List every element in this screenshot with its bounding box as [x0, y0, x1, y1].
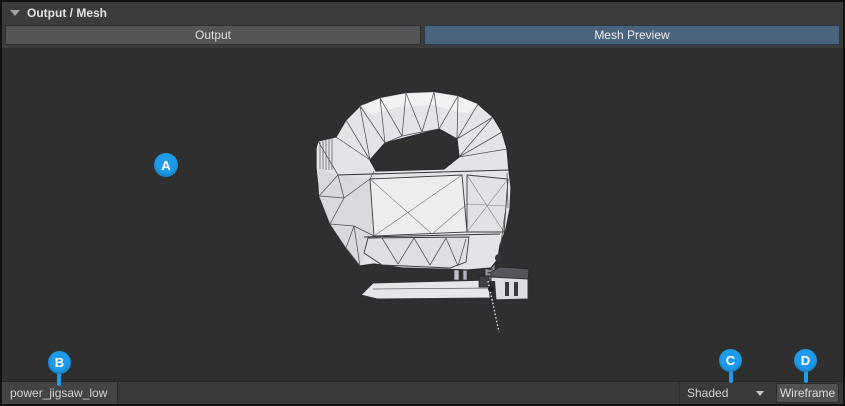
mesh-preview-viewport[interactable]: [2, 48, 843, 381]
annotation-badge-b: B: [48, 351, 71, 374]
panel-header[interactable]: Output / Mesh: [2, 2, 843, 23]
annotation-badge-a: A: [154, 153, 178, 177]
shading-mode-value: Shaded: [687, 386, 756, 400]
tab-output[interactable]: Output: [5, 25, 421, 45]
jigsaw-wireframe-mesh: [2, 48, 843, 381]
status-bar-spacer: [118, 382, 679, 404]
preview-status-bar: power_jigsaw_low Shaded Wireframe: [2, 381, 843, 404]
foldout-triangle-icon[interactable]: [10, 10, 20, 16]
tab-mesh-preview[interactable]: Mesh Preview: [424, 25, 840, 45]
annotation-badge-d: D: [794, 349, 817, 372]
output-mesh-panel: Output / Mesh Output Mesh Preview: [0, 0, 845, 406]
dropdown-arrow-icon: [756, 391, 764, 396]
shading-mode-dropdown[interactable]: Shaded: [679, 382, 771, 404]
annotation-badge-c: C: [719, 349, 742, 372]
wireframe-toggle-button[interactable]: Wireframe: [776, 383, 839, 403]
panel-title: Output / Mesh: [27, 6, 107, 20]
tab-bar: Output Mesh Preview: [2, 23, 843, 48]
